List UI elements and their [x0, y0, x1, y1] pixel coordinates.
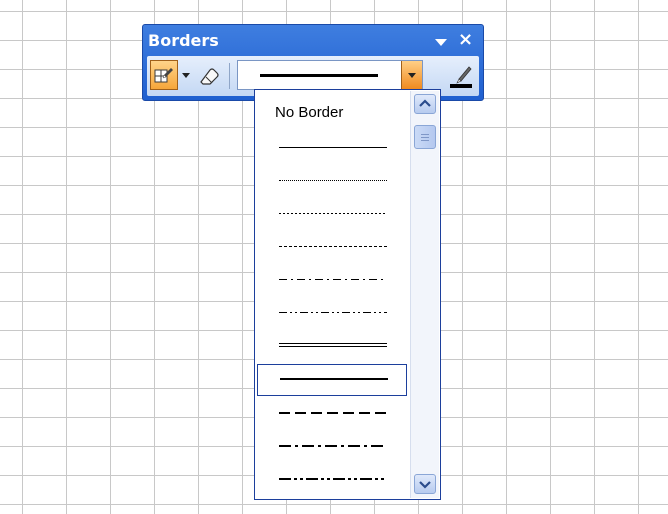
line-style-option-hair[interactable] — [257, 165, 407, 197]
close-icon[interactable]: × — [458, 29, 473, 50]
toolbar-options-icon[interactable] — [435, 39, 447, 46]
line-style-option-medium-dashed[interactable] — [257, 397, 407, 429]
erase-border-button[interactable] — [197, 65, 223, 89]
dropdown-scrollbar[interactable] — [410, 91, 439, 498]
line-style-option-dash-dot[interactable] — [257, 264, 407, 296]
line-style-dropdown: No Border — [254, 89, 441, 500]
toolbar-title: Borders — [148, 31, 219, 50]
line-style-option-medium-dash-dot-dot[interactable] — [257, 463, 407, 495]
line-style-option-dash-dot-dot[interactable] — [257, 297, 407, 329]
chevron-down-icon — [408, 73, 416, 78]
draw-border-icon — [154, 68, 173, 83]
line-color-button[interactable] — [447, 63, 475, 91]
draw-border-button[interactable] — [150, 60, 178, 90]
line-style-dropdown-button[interactable] — [401, 61, 422, 89]
chevron-up-icon — [419, 99, 431, 107]
line-style-preview — [260, 74, 378, 77]
chevron-down-icon — [419, 481, 431, 489]
line-style-option-medium-solid[interactable] — [257, 364, 407, 396]
line-style-select[interactable] — [237, 60, 423, 90]
scroll-up-button[interactable] — [414, 94, 436, 114]
chevron-down-icon[interactable] — [182, 73, 190, 78]
line-style-option-medium-dash-dot[interactable] — [257, 430, 407, 462]
eraser-icon — [200, 68, 219, 85]
line-style-option-thin-solid[interactable] — [257, 132, 407, 164]
no-border-option[interactable]: No Border — [275, 104, 343, 121]
line-style-option-dotted[interactable] — [257, 198, 407, 230]
line-style-option-dashed[interactable] — [257, 231, 407, 263]
toolbar-separator — [229, 63, 230, 89]
line-style-option-double[interactable] — [257, 330, 407, 362]
line-color-icon — [450, 66, 472, 88]
scroll-thumb[interactable] — [414, 125, 436, 149]
scroll-down-button[interactable] — [414, 474, 436, 494]
